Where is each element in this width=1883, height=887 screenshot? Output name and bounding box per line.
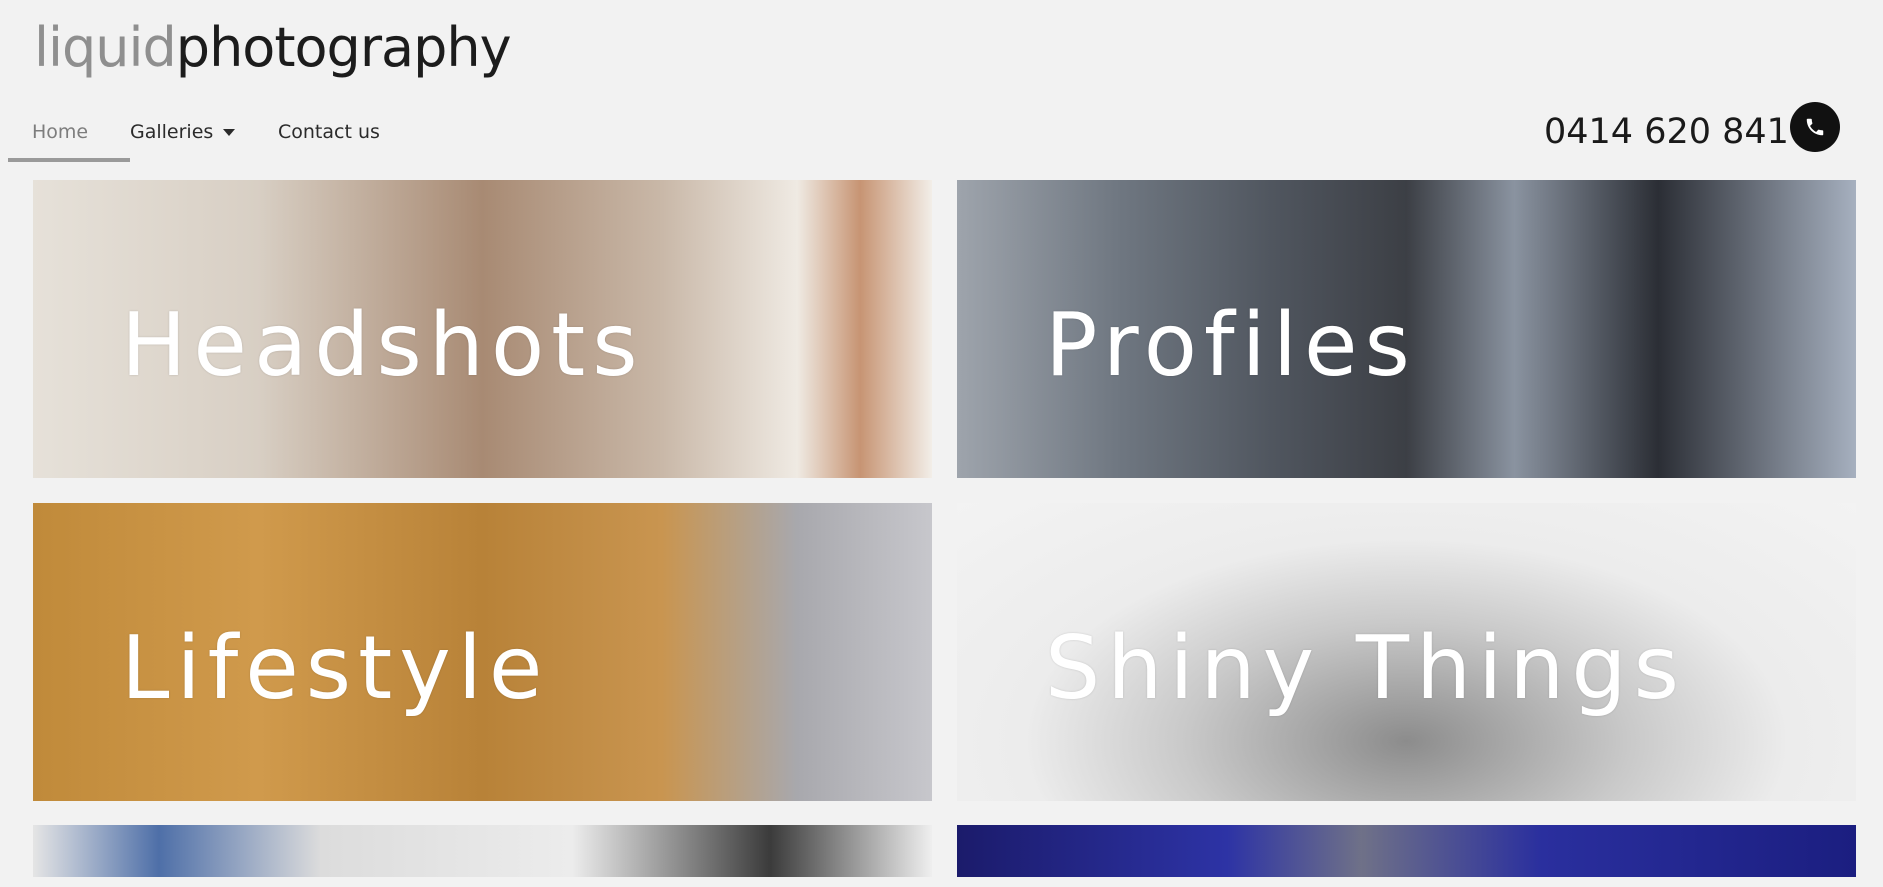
nav-galleries-label: Galleries (130, 121, 214, 143)
gallery-tile-lifestyle[interactable]: Lifestyle (33, 503, 932, 801)
tile-label: Profiles (1045, 294, 1417, 396)
nav-galleries[interactable]: Galleries (130, 110, 236, 162)
gallery-tile-headshots[interactable]: Headshots (33, 180, 932, 478)
gallery-tile-partial-right[interactable] (957, 825, 1856, 877)
phone-icon (1806, 118, 1824, 136)
tile-label: Headshots (121, 294, 645, 396)
site-logo[interactable]: liquidphotography (34, 12, 512, 84)
gallery-tile-shiny-things[interactable]: Shiny Things (957, 503, 1856, 801)
logo-part-liquid: liquid (34, 16, 177, 79)
phone-number[interactable]: 0414 620 841 (1544, 104, 1789, 160)
nav-contact[interactable]: Contact us (278, 110, 380, 162)
chevron-down-icon (223, 129, 236, 136)
logo-part-photography: photography (175, 16, 512, 79)
phone-call-button[interactable] (1790, 102, 1840, 152)
nav-home-label: Home (32, 121, 89, 143)
gallery-tile-profiles[interactable]: Profiles (957, 180, 1856, 478)
nav-contact-label: Contact us (278, 121, 380, 143)
gallery-tile-partial-left[interactable] (33, 825, 932, 877)
tile-label: Shiny Things (1045, 617, 1686, 719)
tile-label: Lifestyle (121, 617, 550, 719)
nav-home[interactable]: Home (8, 110, 130, 162)
